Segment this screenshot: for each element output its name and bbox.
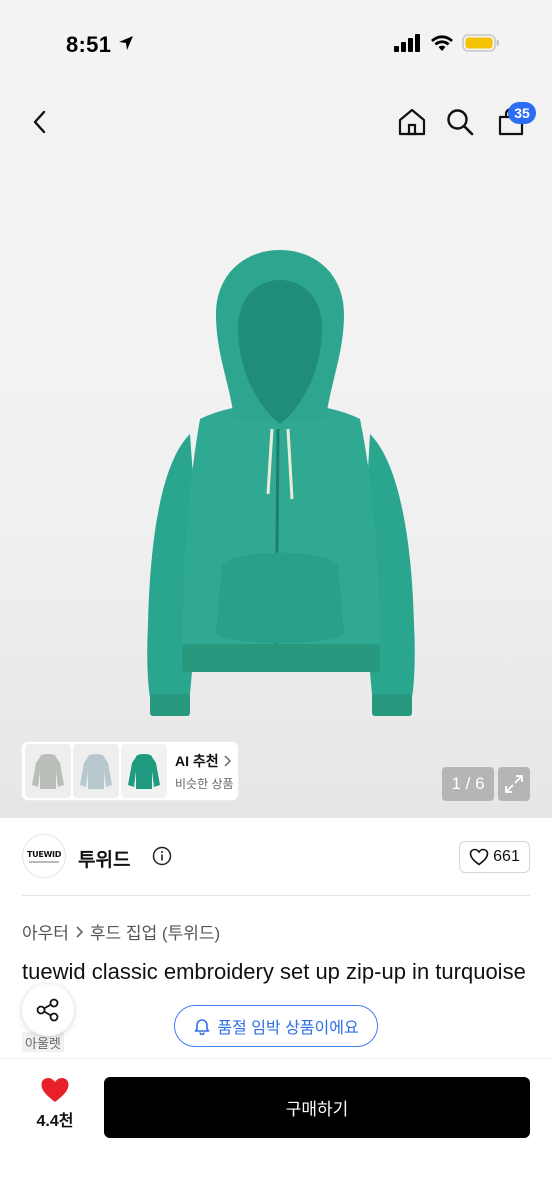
brand-logo-text: TUEWID xyxy=(26,849,62,859)
expand-icon xyxy=(505,775,523,793)
ai-thumb-blue[interactable] xyxy=(73,744,119,798)
ai-thumb-gray[interactable] xyxy=(25,744,71,798)
home-icon xyxy=(398,108,426,136)
breadcrumb-subcategory[interactable]: 후드 집업 (투위드) xyxy=(90,919,220,944)
soldout-notice-chip[interactable]: 품절 임박 상품이에요 xyxy=(174,1005,378,1047)
brand-logo-underline xyxy=(29,860,59,863)
cart-count-badge: 35 xyxy=(508,102,536,124)
wish-count: 4.4천 xyxy=(36,1113,74,1130)
brand-info-button[interactable] xyxy=(152,846,172,871)
heart-outline-icon xyxy=(469,848,489,866)
brand-like-count: 661 xyxy=(493,848,520,865)
brand-row: TUEWID 투위드 661 xyxy=(22,834,530,882)
divider xyxy=(22,895,530,896)
share-button[interactable] xyxy=(22,984,74,1036)
chevron-left-icon xyxy=(33,110,46,134)
product-image-gallery[interactable]: 8:51 35 AI 추천 비슷한 상품 1 / 6 xyxy=(0,0,552,818)
status-indicators xyxy=(394,34,500,52)
top-navigation xyxy=(0,96,552,148)
status-bar: 8:51 xyxy=(0,0,552,90)
bottom-action-bar: 4.4천 구매하기 xyxy=(0,1058,552,1200)
ai-recommendation[interactable]: AI 추천 비슷한 상품 xyxy=(22,742,238,800)
breadcrumb-category[interactable]: 아우터 xyxy=(22,919,69,944)
wifi-icon xyxy=(431,35,453,51)
battery-icon xyxy=(462,34,499,52)
info-icon xyxy=(152,846,172,866)
heart-filled-icon xyxy=(41,1078,69,1102)
expand-image-button[interactable] xyxy=(498,767,530,801)
status-time: 8:51 xyxy=(66,32,112,57)
product-hoodie-image xyxy=(147,250,415,716)
ai-thumb-teal[interactable] xyxy=(121,744,167,798)
ai-recommendation-text: AI 추천 비슷한 상품 xyxy=(175,751,234,792)
image-page-indicator: 1 / 6 xyxy=(442,767,494,801)
bell-icon xyxy=(195,1019,210,1035)
brand-name[interactable]: 투위드 xyxy=(78,845,130,872)
chevron-right-icon xyxy=(76,925,84,938)
wish-button[interactable]: 4.4천 xyxy=(24,1077,86,1137)
search-button[interactable] xyxy=(442,104,478,140)
signal-icon xyxy=(394,34,420,52)
product-title: tuewid classic embroidery set up zip-up … xyxy=(22,959,526,984)
chevron-right-icon xyxy=(224,754,231,767)
ai-title: AI 추천 xyxy=(175,751,234,771)
ai-subtitle: 비슷한 상품 xyxy=(175,776,234,791)
brand-logo[interactable]: TUEWID xyxy=(22,834,66,878)
brand-like-button[interactable]: 661 xyxy=(459,841,530,873)
soldout-notice-label: 품절 임박 상품이에요 xyxy=(217,1020,359,1037)
location-arrow-icon xyxy=(118,35,134,56)
share-icon xyxy=(36,998,59,1022)
breadcrumb: 아우터 후드 집업 (투위드) xyxy=(22,919,220,944)
search-icon xyxy=(447,109,474,136)
back-button[interactable] xyxy=(22,104,58,140)
home-button[interactable] xyxy=(394,104,430,140)
buy-button[interactable]: 구매하기 xyxy=(104,1077,530,1138)
